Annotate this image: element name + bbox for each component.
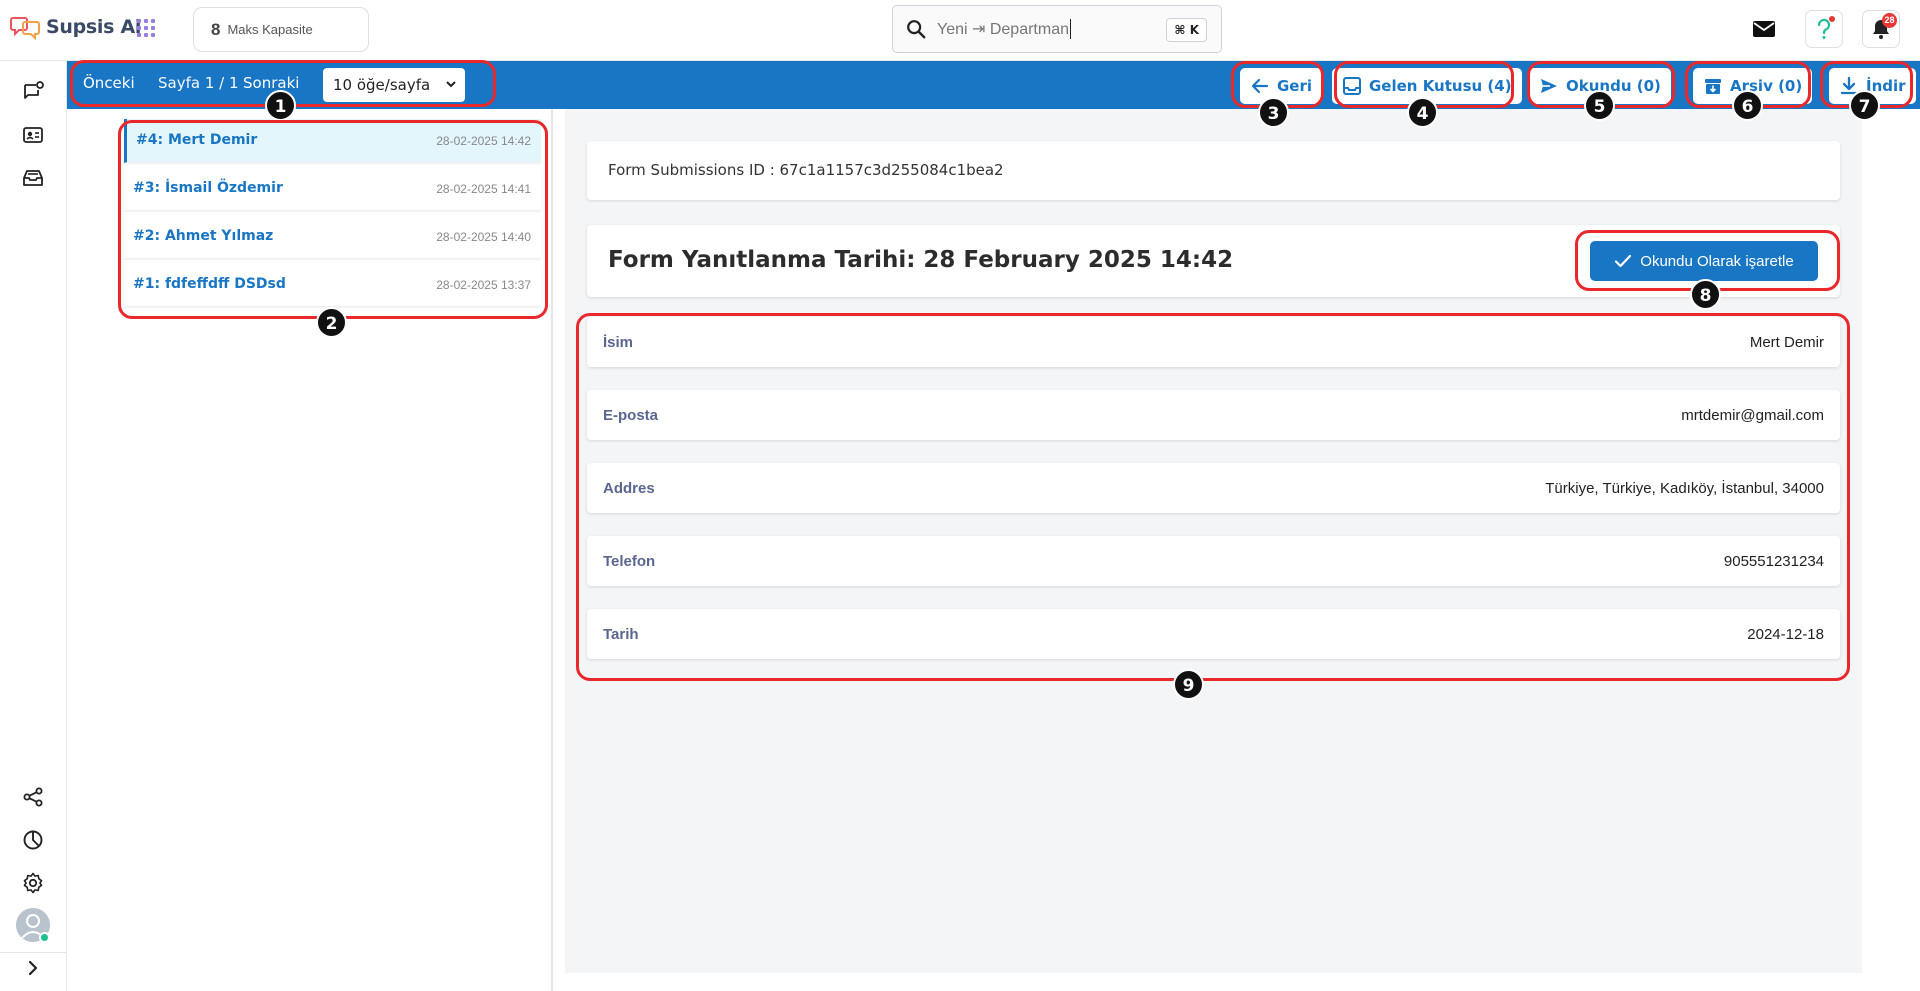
- list-item-date: 28-02-2025 14:41: [436, 182, 531, 196]
- top-header: Supsis Ai 8 Maks Kapasite Yeni ⇥ Departm…: [0, 0, 1920, 61]
- arrow-left-icon: [1251, 78, 1269, 94]
- field-row: E-posta mrtdemir@gmail.com: [587, 390, 1840, 440]
- capacity-value: 8: [211, 19, 221, 39]
- logo-icon: [10, 17, 40, 40]
- list-item-title: #3: İsmail Özdemir: [133, 180, 283, 196]
- field-label: E-posta: [603, 407, 659, 424]
- answered-date-card: Form Yanıtlanma Tarihi: 28 February 2025…: [587, 225, 1840, 297]
- list-item-title: #2: Ahmet Yılmaz: [133, 228, 274, 244]
- answered-date: Form Yanıtlanma Tarihi: 28 February 2025…: [608, 247, 1234, 273]
- mark-as-read-button[interactable]: Okundu Olarak işaretle: [1590, 241, 1818, 281]
- submission-detail: Form Submissions ID : 67c1a1157c3d255084…: [565, 109, 1862, 973]
- search-input[interactable]: Yeni ⇥ Departman ⌘ K: [892, 5, 1222, 53]
- notifications-button[interactable]: 28: [1862, 10, 1900, 48]
- field-value: Mert Demir: [1749, 334, 1824, 351]
- inbox-tray-icon[interactable]: [20, 165, 46, 191]
- field-value: 905551231234: [1723, 553, 1824, 570]
- capacity-indicator[interactable]: 8 Maks Kapasite: [193, 7, 369, 52]
- page-indicator: Sayfa 1 / 1: [158, 74, 239, 92]
- field-value: 2024-12-18: [1747, 626, 1824, 643]
- field-row: İsim Mert Demir: [587, 317, 1840, 367]
- share-icon[interactable]: [20, 784, 46, 810]
- list-item[interactable]: #2: Ahmet Yılmaz 28-02-2025 14:40: [124, 215, 541, 259]
- annotation-number-3: 3: [1258, 97, 1289, 128]
- field-value: mrtdemir@gmail.com: [1681, 407, 1824, 424]
- per-page-value: 10 öğe/sayfa: [333, 76, 431, 94]
- help-dot: [1829, 16, 1835, 22]
- mail-button[interactable]: [1745, 10, 1783, 48]
- list-item-title: #4: Mert Demir: [136, 132, 258, 148]
- text-caret: [1070, 19, 1071, 39]
- apps-grid-icon[interactable]: [134, 16, 158, 40]
- online-status-dot: [39, 932, 50, 943]
- next-page-link[interactable]: Sonraki: [243, 74, 299, 92]
- search-icon: [907, 20, 926, 39]
- field-label: İsim: [603, 334, 634, 351]
- send-icon: [1541, 79, 1557, 93]
- field-label: Telefon: [603, 553, 656, 570]
- notification-badge: 28: [1882, 13, 1897, 28]
- list-item-title: #1: fdfeffdff DSDsd: [133, 276, 286, 292]
- back-label: Geri: [1277, 77, 1313, 95]
- contact-card-icon[interactable]: [20, 122, 46, 148]
- field-row: Telefon 905551231234: [587, 536, 1840, 586]
- annotation-number-7: 7: [1849, 90, 1880, 121]
- annotation-number-4: 4: [1407, 97, 1438, 128]
- list-item-date: 28-02-2025 14:40: [436, 230, 531, 244]
- inbox-icon: [1343, 77, 1361, 95]
- expand-chevron-icon[interactable]: [20, 955, 46, 981]
- submission-id: Form Submissions ID : 67c1a1157c3d255084…: [608, 161, 1004, 179]
- annotation-number-8: 8: [1690, 279, 1721, 310]
- list-item[interactable]: #4: Mert Demir 28-02-2025 14:42: [124, 119, 541, 163]
- field-label: Addres: [603, 480, 655, 497]
- search-placeholder: Yeni ⇥ Departman: [937, 21, 1069, 38]
- field-label: Tarih: [603, 626, 639, 643]
- chevron-down-icon: [446, 81, 456, 88]
- annotation-number-1: 1: [265, 90, 296, 121]
- help-button[interactable]: [1805, 10, 1843, 48]
- submission-list: #4: Mert Demir 28-02-2025 14:42 #3: İsma…: [67, 109, 553, 991]
- brand[interactable]: Supsis Ai: [10, 14, 141, 40]
- list-item[interactable]: #1: fdfeffdff DSDsd 28-02-2025 13:37: [124, 263, 541, 307]
- annotation-number-9: 9: [1173, 669, 1204, 700]
- mark-as-read-label: Okundu Olarak işaretle: [1640, 252, 1794, 270]
- search-shortcut: ⌘ K: [1166, 18, 1207, 42]
- per-page-select[interactable]: 10 öğe/sayfa: [323, 68, 465, 102]
- capacity-label: Maks Kapasite: [227, 22, 313, 37]
- list-item[interactable]: #3: İsmail Özdemir 28-02-2025 14:41: [124, 167, 541, 211]
- prev-page-link[interactable]: Önceki: [83, 74, 135, 92]
- action-toolbar: Önceki Sayfa 1 / 1 Sonraki 10 öğe/sayfa …: [67, 61, 1920, 109]
- annotation-number-5: 5: [1584, 90, 1615, 121]
- left-sidebar: [0, 61, 67, 991]
- annotation-number-6: 6: [1732, 90, 1763, 121]
- field-value: Türkiye, Türkiye, Kadıköy, İstanbul, 340…: [1545, 480, 1824, 497]
- sidebar-divider: [0, 952, 66, 953]
- check-icon: [1615, 254, 1632, 268]
- annotation-number-2: 2: [316, 307, 347, 338]
- inbox-label: Gelen Kutusu (4): [1369, 77, 1512, 95]
- list-item-date: 28-02-2025 13:37: [436, 278, 531, 292]
- mail-icon: [1753, 21, 1775, 37]
- read-label: Okundu (0): [1566, 77, 1661, 95]
- brand-name: Supsis Ai: [46, 16, 142, 38]
- archive-icon: [1705, 79, 1721, 94]
- pie-chart-icon[interactable]: [20, 827, 46, 853]
- field-row: Tarih 2024-12-18: [587, 609, 1840, 659]
- submission-id-card: Form Submissions ID : 67c1a1157c3d255084…: [587, 141, 1840, 200]
- list-item-date: 28-02-2025 14:42: [436, 134, 531, 148]
- settings-gear-icon[interactable]: [20, 870, 46, 896]
- sidebar-chat-icon[interactable]: [20, 79, 46, 105]
- field-row: Addres Türkiye, Türkiye, Kadıköy, İstanb…: [587, 463, 1840, 513]
